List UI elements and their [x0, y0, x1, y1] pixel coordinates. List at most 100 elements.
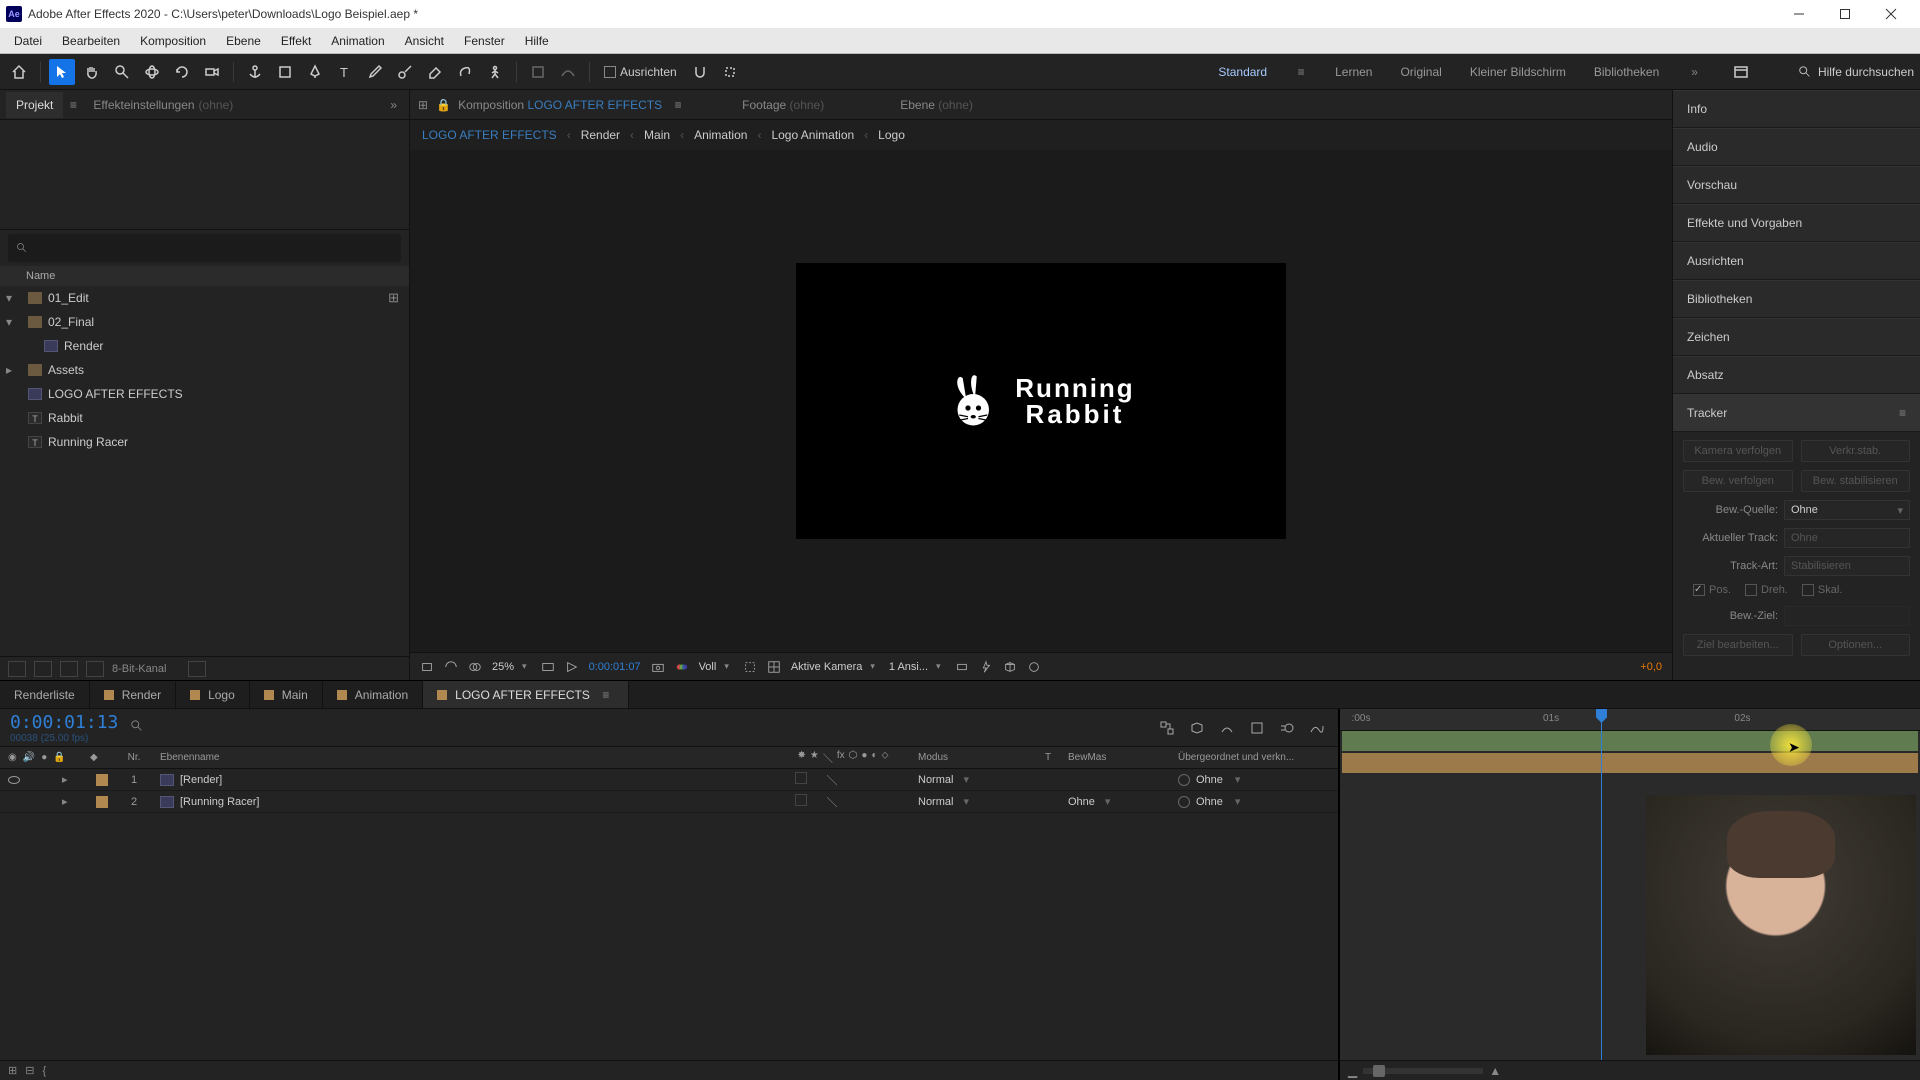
clone-tool-icon[interactable] — [392, 59, 418, 85]
layer-bar[interactable] — [1342, 753, 1918, 773]
flowchart-icon[interactable]: ⊞ — [418, 98, 428, 112]
tracker-warp-button[interactable]: Verkr.stab. — [1801, 440, 1911, 462]
layer-name[interactable]: [Render] — [180, 774, 222, 786]
playhead[interactable] — [1601, 709, 1602, 1080]
transparency-grid-icon[interactable] — [444, 660, 458, 674]
menu-effekt[interactable]: Effekt — [271, 30, 321, 52]
panel-vorschau[interactable]: Vorschau — [1673, 166, 1920, 204]
project-item[interactable]: Render — [0, 334, 409, 358]
roi-icon[interactable] — [743, 660, 757, 674]
menu-bearbeiten[interactable]: Bearbeiten — [52, 30, 130, 52]
tab-effekteinstellungen[interactable]: Effekteinstellungen(ohne) — [83, 92, 243, 118]
time-ruler[interactable]: :00s01s02s — [1340, 709, 1920, 731]
tracker-track-select[interactable]: Ohne — [1784, 528, 1910, 548]
trkmat-select[interactable]: Ohne — [1068, 796, 1095, 808]
breadcrumb-item[interactable]: Logo Animation — [771, 128, 854, 142]
panel-ausrichten[interactable]: Ausrichten — [1673, 242, 1920, 280]
parent-select[interactable]: Ohne — [1196, 796, 1223, 808]
close-button[interactable] — [1868, 0, 1914, 28]
channel-icon[interactable] — [675, 660, 689, 674]
panel-info[interactable]: Info — [1673, 90, 1920, 128]
timeline-search-icon[interactable] — [130, 719, 144, 736]
zoom-out-icon[interactable]: ▁ — [1348, 1064, 1357, 1078]
tracker-edit-target-button[interactable]: Ziel bearbeiten... — [1683, 634, 1793, 656]
panel-menu-icon[interactable]: ≡ — [1899, 406, 1906, 420]
panel-audio[interactable]: Audio — [1673, 128, 1920, 166]
menu-ebene[interactable]: Ebene — [216, 30, 271, 52]
snap-options-icon[interactable] — [717, 59, 743, 85]
panel-absatz[interactable]: Absatz — [1673, 356, 1920, 394]
panel-zeichen[interactable]: Zeichen — [1673, 318, 1920, 356]
breadcrumb-item[interactable]: Render — [581, 128, 620, 142]
timeline-tab[interactable]: Logo — [176, 681, 250, 708]
menu-animation[interactable]: Animation — [321, 30, 394, 52]
tracker-scale-checkbox[interactable]: Skal. — [1802, 584, 1842, 596]
timeline-timecode[interactable]: 0:00:01:13 — [10, 712, 118, 733]
workspace-standard[interactable]: Standard — [1216, 61, 1269, 83]
resolution-icon[interactable] — [541, 660, 555, 674]
workspace-menu-icon[interactable]: ≡ — [1293, 65, 1309, 79]
new-comp-icon[interactable] — [34, 661, 52, 677]
lock-icon[interactable]: 🔒 — [436, 98, 450, 112]
project-column-header[interactable]: Name — [0, 266, 409, 286]
col-mode[interactable]: Modus — [918, 752, 1028, 763]
label-swatch[interactable] — [96, 796, 108, 808]
toggle-inpoint-icon[interactable]: { — [42, 1065, 46, 1077]
twirl-icon[interactable]: ▸ — [6, 363, 16, 377]
brush-tool-icon[interactable] — [362, 59, 388, 85]
blend-mode-select[interactable]: Normal — [918, 796, 953, 808]
breadcrumb-item[interactable]: Logo — [878, 128, 905, 142]
col-t[interactable]: T — [1028, 752, 1068, 763]
panel-tracker[interactable]: Tracker≡ — [1673, 394, 1920, 432]
home-icon[interactable] — [6, 59, 32, 85]
new-folder-icon[interactable] — [60, 661, 78, 677]
3d-icon[interactable] — [1003, 660, 1017, 674]
project-item[interactable]: TRabbit — [0, 406, 409, 430]
project-search[interactable] — [8, 234, 401, 262]
graph-editor-icon[interactable] — [1306, 717, 1328, 739]
timeline-tab[interactable]: Main — [250, 681, 323, 708]
col-parent[interactable]: Übergeordnet und verkn... — [1178, 752, 1338, 763]
switch-box[interactable] — [795, 772, 807, 784]
blend-mode-select[interactable]: Normal — [918, 774, 953, 786]
timeline-graph[interactable]: :00s01s02s ➤ ▁ ▲ — [1340, 709, 1920, 1080]
renderer-icon[interactable] — [1027, 660, 1041, 674]
pen-tool-icon[interactable] — [302, 59, 328, 85]
bit-depth-label[interactable]: 8-Bit-Kanal — [112, 663, 166, 675]
eye-column-icon[interactable]: ◉ — [8, 752, 17, 763]
workspace-original[interactable]: Original — [1398, 61, 1443, 83]
panel-menu-icon[interactable]: ≡ — [65, 98, 81, 112]
grid-icon[interactable] — [767, 660, 781, 674]
panel-overflow-icon[interactable]: » — [384, 98, 403, 112]
zoom-in-icon[interactable]: ▲ — [1489, 1064, 1501, 1078]
project-item[interactable]: ▸Assets — [0, 358, 409, 382]
breadcrumb-item[interactable]: Animation — [694, 128, 747, 142]
panel-menu-icon[interactable]: ≡ — [598, 688, 614, 702]
menu-hilfe[interactable]: Hilfe — [515, 30, 559, 52]
puppet-tool-icon[interactable] — [482, 59, 508, 85]
timeline-tab[interactable]: Render — [90, 681, 176, 708]
project-item[interactable]: LOGO AFTER EFFECTS — [0, 382, 409, 406]
frame-blend-icon[interactable] — [1246, 717, 1268, 739]
trash-icon[interactable] — [188, 661, 206, 677]
menu-komposition[interactable]: Komposition — [130, 30, 216, 52]
parent-select[interactable]: Ohne — [1196, 774, 1223, 786]
timeline-tab[interactable]: LOGO AFTER EFFECTS ≡ — [423, 681, 629, 708]
snap-icon[interactable] — [687, 59, 713, 85]
workspace-overflow-icon[interactable]: » — [1685, 65, 1704, 79]
timeline-tab[interactable]: Renderliste — [0, 681, 90, 708]
selection-tool-icon[interactable] — [49, 59, 75, 85]
panel-bibliotheken[interactable]: Bibliotheken — [1673, 280, 1920, 318]
bezier-icon[interactable] — [555, 59, 581, 85]
tracker-options-button[interactable]: Optionen... — [1801, 634, 1911, 656]
pickwhip-icon[interactable] — [1178, 796, 1190, 808]
layer-bar[interactable] — [1342, 731, 1918, 751]
mask-mode-icon[interactable] — [525, 59, 551, 85]
menu-fenster[interactable]: Fenster — [454, 30, 515, 52]
zoom-dropdown[interactable]: 25%▾ — [492, 661, 531, 673]
timeline-zoom-bar[interactable]: ▁ ▲ — [1340, 1060, 1920, 1080]
adjustment-layer-icon[interactable] — [86, 661, 104, 677]
zoom-tool-icon[interactable] — [109, 59, 135, 85]
camera-tool-icon[interactable] — [199, 59, 225, 85]
solo-column-icon[interactable]: ● — [41, 752, 47, 763]
